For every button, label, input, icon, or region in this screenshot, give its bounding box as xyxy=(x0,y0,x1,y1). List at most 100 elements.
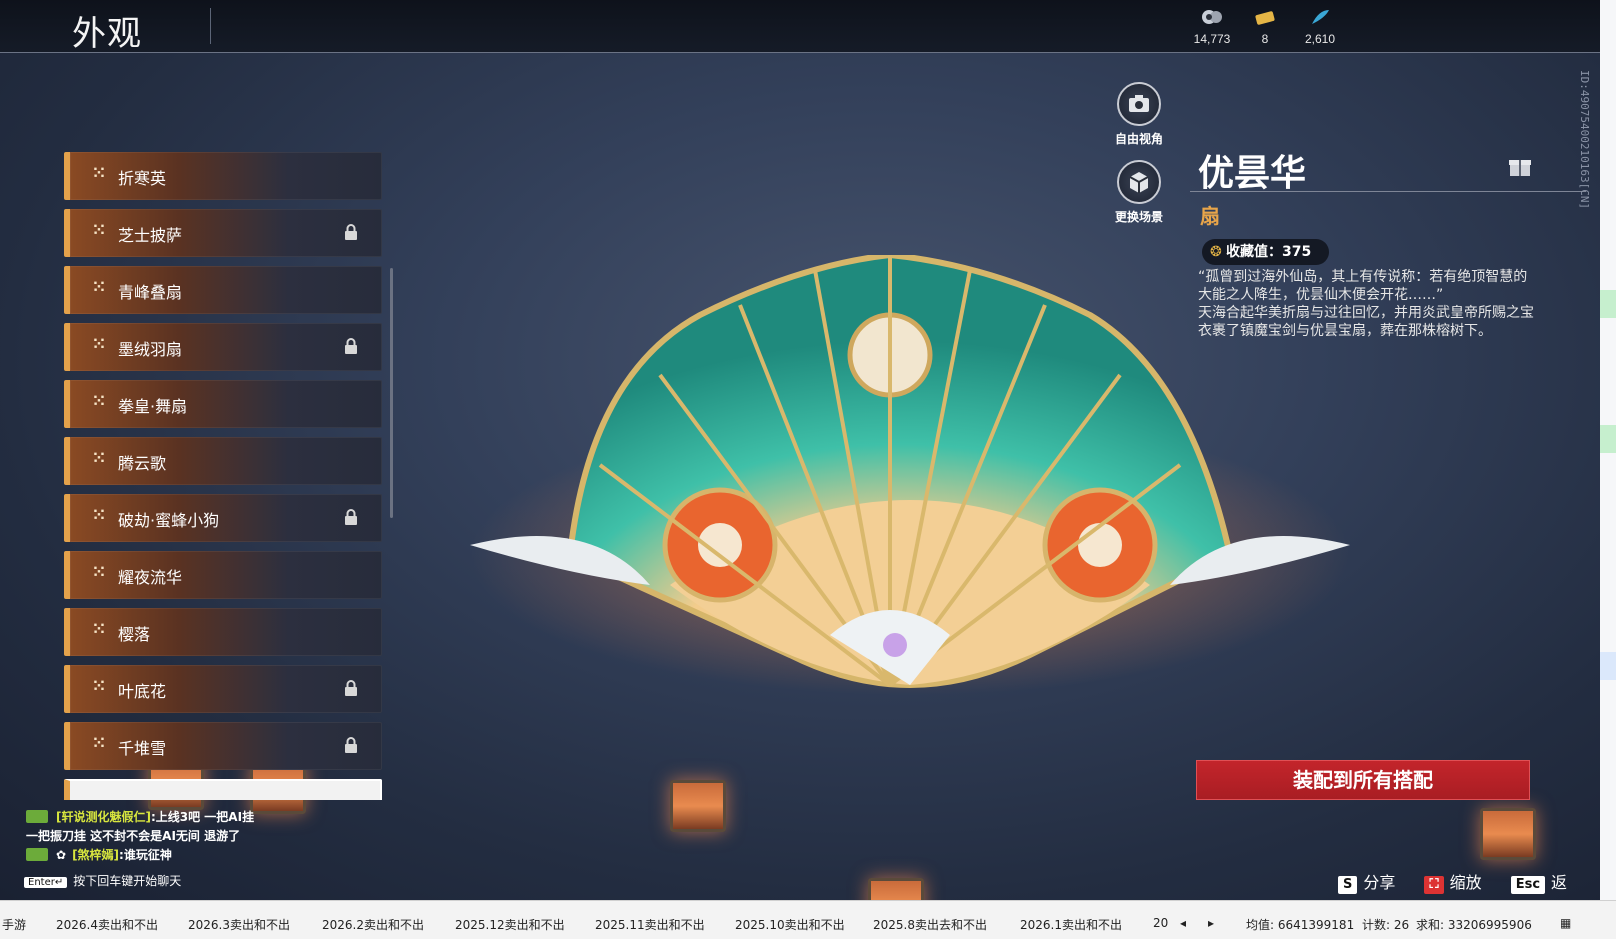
chat-line: 一把振刀挂 这不封不会是AI无间 退游了 xyxy=(26,827,254,846)
list-item[interactable]: ⁙ 折寒英 xyxy=(64,152,382,200)
title-divider xyxy=(210,8,211,44)
prev-sheet-icon[interactable]: ◂ xyxy=(1180,916,1186,930)
list-item-label: 芝士披萨 xyxy=(118,226,183,245)
equip-all-button[interactable]: 装配到所有搭配 xyxy=(1196,760,1530,800)
share-hint[interactable]: S 分享 xyxy=(1338,873,1396,894)
view-mode-icon[interactable]: ▦ xyxy=(1560,916,1571,930)
sheet-cell xyxy=(1600,290,1616,318)
enter-key-badge: Enter↵ xyxy=(24,877,68,888)
spreadsheet-edge xyxy=(1600,0,1616,900)
list-item[interactable]: ⁙ 青峰叠扇 xyxy=(64,266,382,314)
item-type: 扇 xyxy=(1200,204,1220,228)
sheet-tab[interactable]: 2026.2卖出和不出 xyxy=(322,916,424,933)
lotus-icon: ✿ xyxy=(56,848,67,862)
lock-icon xyxy=(345,338,357,354)
chat-text: 一把振刀挂 这不封不会是AI无间 退游了 xyxy=(26,829,241,843)
fan-item-icon: ⁙ xyxy=(92,222,106,239)
next-sheet-icon[interactable]: ▸ xyxy=(1208,916,1214,930)
lantern-decoration xyxy=(1480,808,1536,860)
sheet-tab[interactable]: 20 xyxy=(1153,916,1168,930)
lantern-decoration xyxy=(670,780,726,832)
chat-text: :谁玩征神 xyxy=(119,848,172,862)
sheet-tab[interactable]: 2025.11卖出和不出 xyxy=(595,916,705,933)
hint-label: 缩放 xyxy=(1449,873,1482,892)
stat-sum: 求和: 33206995906 xyxy=(1416,918,1532,932)
list-item[interactable]: ⁙ 拳皇·舞扇 xyxy=(64,380,382,428)
fan-item-icon: ⁙ xyxy=(92,336,106,353)
chat-text: :上线3吧 一把AI挂 xyxy=(150,810,255,824)
list-item-label: 折寒英 xyxy=(118,169,167,188)
fan-item-icon: ⁙ xyxy=(92,393,106,410)
spreadsheet-statusbar: 手游 2026.4卖出和不出 2026.3卖出和不出 2026.2卖出和不出 2… xyxy=(0,900,1616,939)
fan-item-icon: ⁙ xyxy=(92,564,106,581)
chat-sender: [轩说测化魅假仁] xyxy=(56,810,151,824)
sheet-cell xyxy=(1600,652,1616,680)
player-id: ID:49075400210163[CN] xyxy=(1578,70,1591,210)
collection-badge: ❂ 收藏值：375 xyxy=(1202,239,1330,265)
item-name: 优昙华 xyxy=(1198,153,1307,194)
list-item[interactable]: ⁙ 叶底花 xyxy=(64,665,382,713)
collection-value: 收藏值：375 xyxy=(1226,244,1312,260)
list-item[interactable]: ⁙ 芝士披萨 xyxy=(64,209,382,257)
page-title: 外观 xyxy=(72,14,142,54)
sheet-cell xyxy=(1600,425,1616,453)
fan-item-icon: ⁙ xyxy=(92,735,106,752)
sheet-tab[interactable]: 2025.12卖出和不出 xyxy=(455,916,565,933)
chat-sender: [煞梓嫣] xyxy=(72,848,120,862)
change-scene-button[interactable]: 更换场景 xyxy=(1104,160,1174,225)
hint-label: 分享 xyxy=(1363,873,1396,892)
lock-icon xyxy=(345,680,357,696)
list-item[interactable]: ⁙ 耀夜流华 xyxy=(64,551,382,599)
list-item-selected[interactable] xyxy=(64,779,382,800)
currency-value: 2,610 xyxy=(1304,32,1336,46)
lock-icon xyxy=(345,737,357,753)
list-item-label: 拳皇·舞扇 xyxy=(118,397,188,416)
chat-line: ✿ [煞梓嫣]:谁玩征神 xyxy=(26,846,254,865)
sheet-tab[interactable]: 2026.4卖出和不出 xyxy=(56,916,158,933)
item-description: “孤曾到过海外仙岛，其上有传说称：若有绝顶智慧的大能之人降生，优昙仙木便会开花…… xyxy=(1198,269,1534,339)
list-item-label: 叶底花 xyxy=(118,682,167,701)
sheet-tab[interactable]: 2025.8卖出去和不出 xyxy=(873,916,987,933)
fan-item-icon: ⁙ xyxy=(92,507,106,524)
feather-icon xyxy=(1290,8,1350,30)
lock-icon xyxy=(345,509,357,525)
stat-average: 均值: 6641399181 xyxy=(1246,918,1355,932)
fan-item-icon: ⁙ xyxy=(92,165,106,182)
sheet-tab[interactable]: 手游 xyxy=(2,916,26,933)
appearance-list[interactable]: ⁙ 折寒英 ⁙ 芝士披萨 ⁙ 青峰叠扇 ⁙ 墨绒羽扇 ⁙ 拳皇·舞扇 ⁙ 腾云歌… xyxy=(64,150,386,800)
fan-item-icon: ⁙ xyxy=(92,678,106,695)
list-item[interactable]: ⁙ 樱落 xyxy=(64,608,382,656)
fan-item-icon: ⁙ xyxy=(92,450,106,467)
lock-icon xyxy=(345,224,357,240)
fan-item-icon: ⁙ xyxy=(92,621,106,638)
list-item-label: 耀夜流华 xyxy=(118,568,183,587)
zoom-hint[interactable]: ⛶ 缩放 xyxy=(1424,873,1482,894)
key-hints: S分享 ⛶缩放 Esc返回 xyxy=(1338,869,1600,900)
sheet-tab[interactable]: 2025.10卖出和不出 xyxy=(735,916,845,933)
currency-ticket: 8 xyxy=(1235,8,1295,46)
name-divider xyxy=(1190,191,1586,192)
list-item[interactable]: ⁙ 千堆雪 xyxy=(64,722,382,770)
lantern-decoration xyxy=(868,878,924,900)
game-viewport: 外观 14,773 8 2,610 ⁙ 折寒英 ⁙ 芝士披萨 ⁙ 青峰叠扇 ⁙ … xyxy=(0,0,1600,900)
list-item-label: 腾云歌 xyxy=(118,454,167,473)
list-item[interactable]: ⁙ 腾云歌 xyxy=(64,437,382,485)
list-item-label: 破劫·蜜蜂小狗 xyxy=(118,511,220,530)
free-view-button[interactable]: 自由视角 xyxy=(1104,82,1174,147)
zoom-icon: ⛶ xyxy=(1424,876,1444,894)
list-item-label: 千堆雪 xyxy=(118,739,167,758)
list-item[interactable]: ⁙ 墨绒羽扇 xyxy=(64,323,382,371)
chat-line: [轩说测化魅假仁]:上线3吧 一把AI挂 xyxy=(26,808,254,827)
top-bar: 外观 14,773 8 2,610 xyxy=(0,0,1600,54)
list-item-label: 青峰叠扇 xyxy=(118,283,183,302)
spirit-icon xyxy=(1182,8,1242,30)
gift-icon[interactable] xyxy=(1508,154,1532,178)
sheet-tab[interactable]: 2026.3卖出和不出 xyxy=(188,916,290,933)
list-scrollbar[interactable] xyxy=(390,268,393,518)
chat-input-hint[interactable]: Enter↵ 按下回车键开始聊天 xyxy=(24,872,181,889)
ticket-icon xyxy=(1235,8,1295,30)
chat-channel-icon xyxy=(26,810,48,823)
sheet-tab[interactable]: 2026.1卖出和不出 xyxy=(1020,916,1122,933)
stat-count: 计数: 26 xyxy=(1362,918,1410,932)
list-item[interactable]: ⁙ 破劫·蜜蜂小狗 xyxy=(64,494,382,542)
